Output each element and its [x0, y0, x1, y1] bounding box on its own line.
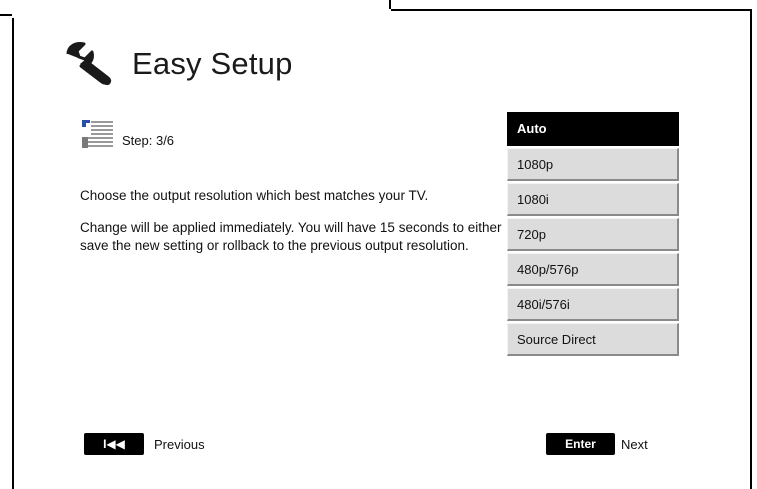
- step-label: Step: 3/6: [122, 133, 175, 148]
- previous-label: Previous: [154, 436, 205, 452]
- wrench-icon: [66, 42, 112, 86]
- option-auto[interactable]: Auto: [507, 112, 679, 146]
- next-label: Next: [621, 436, 648, 452]
- description-instruction: Choose the output resolution which best …: [80, 188, 429, 203]
- option-720p[interactable]: 720p: [507, 218, 679, 251]
- option-source-direct[interactable]: Source Direct: [507, 323, 679, 356]
- step-indicator: Step: 3/6: [80, 118, 174, 152]
- description-note: Change will be applied immediately. You …: [80, 220, 502, 253]
- resolution-grid-icon: [80, 118, 118, 152]
- frame-notch: [12, 9, 391, 18]
- enter-key-icon[interactable]: Enter: [546, 433, 615, 455]
- option-480i-576i[interactable]: 480i/576i: [507, 288, 679, 321]
- description: Choose the output resolution which best …: [80, 187, 510, 269]
- next-nav[interactable]: Enter Next: [546, 433, 648, 455]
- page-title: Easy Setup: [132, 46, 293, 81]
- previous-nav[interactable]: I◀◀ Previous: [84, 433, 205, 455]
- option-480p-576p[interactable]: 480p/576p: [507, 253, 679, 286]
- resolution-options-list: Auto 1080p 1080i 720p 480p/576p 480i/576…: [507, 112, 679, 358]
- page-header: Easy Setup: [62, 40, 293, 88]
- option-1080i[interactable]: 1080i: [507, 183, 679, 216]
- option-1080p[interactable]: 1080p: [507, 148, 679, 181]
- skip-back-key-icon[interactable]: I◀◀: [84, 433, 144, 455]
